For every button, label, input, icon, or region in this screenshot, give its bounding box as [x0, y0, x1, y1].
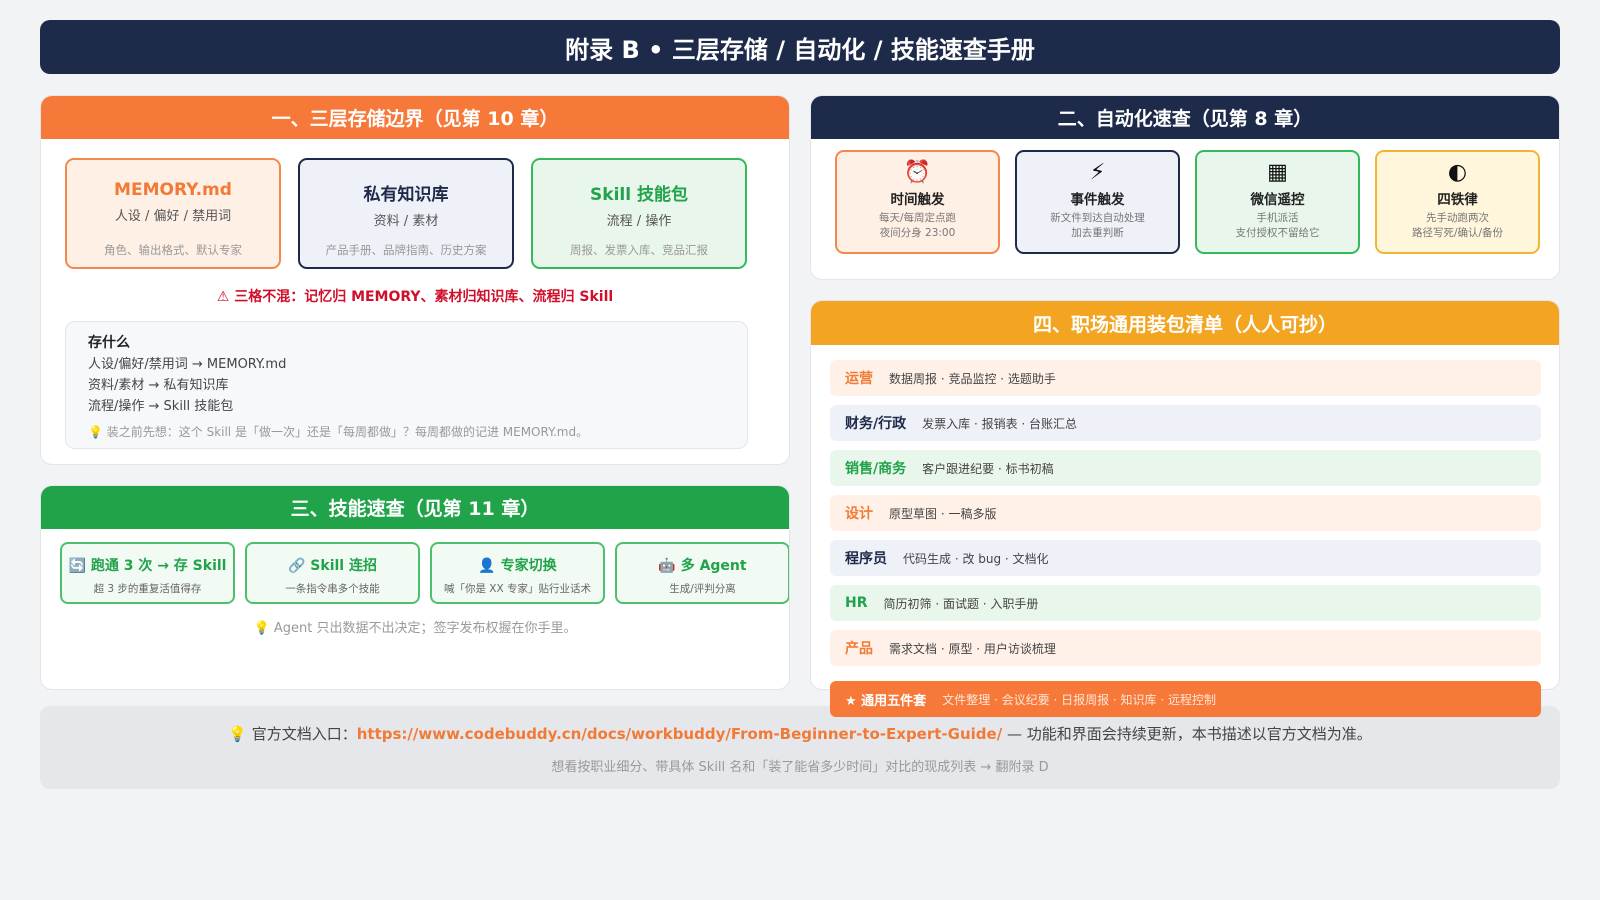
wechat-remote-line: 支付授权不留给它	[1235, 227, 1320, 239]
multi-agent-card: 🤖 多 Agent 生成/评判分离	[615, 542, 789, 604]
skill-combo-title: 🔗 Skill 连招	[288, 558, 377, 574]
role-items: 代码生成 · 改 bug · 文档化	[903, 551, 1049, 566]
role-items: 发票入库 · 报销表 · 台账汇总	[922, 416, 1078, 431]
time-trigger-line: 每天/每周定点跑	[878, 212, 957, 224]
knowledge-card-note: 产品手册、品牌指南、历史方案	[325, 243, 487, 257]
five-items: 文件整理 · 会议纪要 · 日报周报 · 知识库 · 远程控制	[942, 692, 1216, 707]
list-item: HR 简历初筛 · 面试题 · 入职手册	[830, 585, 1541, 621]
four-rules-card: ◐ 四铁律 先手动跑两次 路径写死/确认/备份	[1375, 150, 1540, 254]
store-line: 流程/操作 → Skill 技能包	[88, 399, 234, 414]
footer-docs-line: 💡 官方文档入口：https://www.codebuddy.cn/docs/w…	[40, 723, 1560, 744]
memory-card-title: MEMORY.md	[114, 180, 232, 200]
list-item: 设计 原型草图 · 一稿多版	[830, 495, 1541, 531]
list-item: 财务/行政 发票入库 · 报销表 · 台账汇总	[830, 405, 1541, 441]
role-items: 需求文档 · 原型 · 用户访谈梳理	[889, 641, 1056, 656]
skills-heading: 三、技能速查（见第 11 章）	[41, 486, 789, 529]
general-five-row: ★ 通用五件套 文件整理 · 会议纪要 · 日报周报 · 知识库 · 远程控制	[830, 681, 1541, 717]
expert-switch-card: 👤 专家切换 喊「你是 XX 专家」贴行业话术	[430, 542, 605, 604]
what-to-store-box: 存什么 人设/偏好/禁用词 → MEMORY.md 资料/素材 → 私有知识库 …	[65, 321, 748, 449]
role-items: 简历初筛 · 面试题 · 入职手册	[883, 596, 1039, 611]
time-trigger-title: 时间触发	[890, 192, 945, 208]
storage-warning: ⚠ 三格不混：记忆归 MEMORY、素材归知识库、流程归 Skill	[216, 289, 614, 305]
alarm-clock-icon: ⏰	[903, 160, 932, 185]
memory-card: MEMORY.md 人设 / 偏好 / 禁用词 角色、输出格式、默认专家	[65, 158, 281, 269]
role-label: 运营	[845, 371, 873, 387]
store-tip: 💡 装之前先想：这个 Skill 是「做一次」还是「每周都做」？每周都做的记进 …	[88, 425, 589, 439]
knowledge-card-sub: 资料 / 素材	[373, 214, 439, 229]
event-trigger-line: 新文件到达自动处理	[1050, 212, 1145, 224]
memory-card-sub: 人设 / 偏好 / 禁用词	[114, 209, 232, 224]
multi-agent-title: 🤖 多 Agent	[658, 558, 747, 574]
role-label: HR	[845, 595, 868, 611]
list-item: 运营 数据周报 · 竞品监控 · 选题助手	[830, 360, 1541, 396]
skills-tip: 💡 Agent 只出数据不出决定；签字发布权握在你手里。	[253, 621, 577, 636]
skill-combo-card: 🔗 Skill 连招 一条指令串多个技能	[245, 542, 420, 604]
skill-card: Skill 技能包 流程 / 操作 周报、发票入库、竞品汇报	[531, 158, 747, 269]
list-item: 销售/商务 客户跟进纪要 · 标书初稿	[830, 450, 1541, 486]
footer: 💡 官方文档入口：https://www.codebuddy.cn/docs/w…	[40, 706, 1560, 789]
role-label: 设计	[845, 506, 873, 522]
skills-panel: 三、技能速查（见第 11 章） 🔄 跑通 3 次 → 存 Skill 超 3 步…	[40, 485, 790, 690]
footer-prefix: 💡 官方文档入口：	[228, 725, 357, 743]
page-title: 附录 B • 三层存储 / 自动化 / 技能速查手册	[40, 20, 1560, 74]
role-items: 数据周报 · 竞品监控 · 选题助手	[889, 371, 1056, 386]
list-item: 产品 需求文档 · 原型 · 用户访谈梳理	[830, 630, 1541, 666]
skill-combo-sub: 一条指令串多个技能	[285, 583, 380, 595]
expert-switch-title: 👤 专家切换	[478, 558, 557, 574]
skill-card-title: Skill 技能包	[590, 185, 688, 205]
four-rules-title: 四铁律	[1437, 192, 1478, 208]
role-label: 财务/行政	[845, 416, 907, 432]
memory-card-note: 角色、输出格式、默认专家	[104, 243, 242, 257]
knowledge-card-title: 私有知识库	[363, 185, 449, 205]
role-label: 产品	[845, 641, 873, 657]
storage-panel: 一、三层存储边界（见第 10 章） MEMORY.md 人设 / 偏好 / 禁用…	[40, 95, 790, 465]
shield-icon: ◐	[1447, 160, 1468, 185]
kit-panel: 四、职场通用装包清单（人人可抄） 运营 数据周报 · 竞品监控 · 选题助手 财…	[810, 300, 1560, 690]
four-rules-line: 路径写死/确认/备份	[1411, 227, 1504, 239]
footer-note: 想看按职业细分、带具体 Skill 名和「装了能省多少时间」对比的现成列表 → …	[551, 760, 1049, 775]
event-trigger-title: 事件触发	[1070, 192, 1125, 208]
storage-heading: 一、三层存储边界（见第 10 章）	[41, 96, 789, 139]
kit-heading: 四、职场通用装包清单（人人可抄）	[811, 301, 1559, 345]
store-line: 资料/素材 → 私有知识库	[88, 378, 229, 393]
skill-save-title: 🔄 跑通 3 次 → 存 Skill	[68, 558, 227, 574]
what-to-store-heading: 存什么	[88, 335, 130, 351]
store-line: 人设/偏好/禁用词 → MEMORY.md	[88, 357, 287, 372]
automation-heading: 二、自动化速查（见第 8 章）	[811, 96, 1559, 139]
four-rules-line: 先手动跑两次	[1426, 212, 1489, 224]
multi-agent-sub: 生成/评判分离	[669, 583, 736, 595]
skill-card-note: 周报、发票入库、竞品汇报	[570, 243, 708, 257]
skill-save-sub: 超 3 步的重复活值得存	[93, 583, 202, 595]
lightning-icon: ⚡	[1089, 160, 1106, 185]
wechat-remote-line: 手机派活	[1256, 212, 1299, 224]
docs-link[interactable]: https://www.codebuddy.cn/docs/workbuddy/…	[357, 725, 1002, 743]
wechat-remote-title: 微信遥控	[1250, 192, 1305, 208]
role-label: 程序员	[845, 551, 887, 567]
knowledge-card: 私有知识库 资料 / 素材 产品手册、品牌指南、历史方案	[298, 158, 514, 269]
footer-suffix: — 功能和界面会持续更新，本书描述以官方文档为准。	[1002, 725, 1372, 743]
expert-switch-sub: 喊「你是 XX 专家」贴行业话术	[443, 583, 592, 595]
role-items: 客户跟进纪要 · 标书初稿	[922, 461, 1054, 476]
event-trigger-line: 加去重判断	[1071, 227, 1124, 239]
wechat-remote-card: ▦ 微信遥控 手机派活 支付授权不留给它	[1195, 150, 1360, 254]
skill-card-sub: 流程 / 操作	[606, 214, 672, 229]
calculator-icon: ▦	[1267, 160, 1288, 185]
five-label: ★ 通用五件套	[845, 693, 927, 709]
skill-save-card: 🔄 跑通 3 次 → 存 Skill 超 3 步的重复活值得存	[60, 542, 235, 604]
role-label: 销售/商务	[845, 461, 907, 477]
time-trigger-line: 夜间分身 23:00	[879, 227, 956, 239]
list-item: 程序员 代码生成 · 改 bug · 文档化	[830, 540, 1541, 576]
event-trigger-card: ⚡ 事件触发 新文件到达自动处理 加去重判断	[1015, 150, 1180, 254]
automation-panel: 二、自动化速查（见第 8 章） ⏰ 时间触发 每天/每周定点跑 夜间分身 23:…	[810, 95, 1560, 280]
time-trigger-card: ⏰ 时间触发 每天/每周定点跑 夜间分身 23:00	[835, 150, 1000, 254]
role-items: 原型草图 · 一稿多版	[889, 506, 997, 521]
